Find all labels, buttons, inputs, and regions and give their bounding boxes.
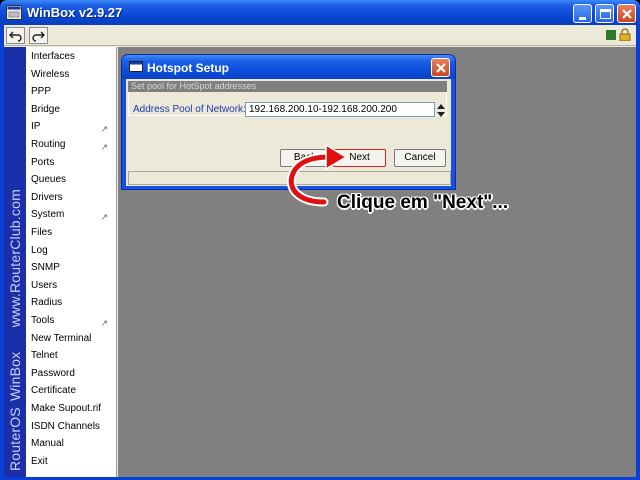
menu-item-tools[interactable]: Tools ↗ — [26, 312, 117, 330]
winbox-app-icon — [6, 5, 22, 20]
maximize-button[interactable] — [595, 4, 614, 23]
menu-item-label: Ports — [31, 156, 55, 168]
menu-item-label: Radius — [31, 297, 63, 309]
annotation-text: Clique em "Next"... — [337, 192, 509, 213]
menu-item-label: Make Supout.rif — [31, 403, 102, 414]
menu-item-system[interactable]: System ↗ — [26, 206, 117, 224]
cancel-button[interactable]: Cancel — [394, 149, 446, 167]
menu-item-certificate[interactable]: Certificate — [26, 382, 117, 400]
menu-item-routing[interactable]: Routing ↗ — [26, 136, 117, 154]
menu-item-log[interactable]: Log — [26, 242, 117, 260]
undo-button[interactable] — [6, 27, 25, 44]
menu-item-new-terminal[interactable]: New Terminal — [26, 330, 117, 348]
safe-mode-indicator — [606, 30, 616, 40]
menu-item-label: SNMP — [31, 262, 60, 274]
menu-item-label: PPP — [31, 86, 52, 98]
menu-item-ip[interactable]: IP ↗ — [26, 118, 117, 136]
menu-item-files[interactable]: Files — [26, 224, 117, 242]
main-menu: Interfaces Wireless PPP Bridge IP ↗ Routi… — [26, 47, 117, 477]
dialog-window-icon — [129, 61, 143, 75]
close-button[interactable] — [617, 4, 636, 23]
menu-item-ppp[interactable]: PPP — [26, 83, 117, 101]
menu-item-telnet[interactable]: Telnet — [26, 347, 117, 365]
address-pool-label: Address Pool of Network: — [133, 104, 246, 115]
menu-item-label: IP — [31, 121, 41, 133]
brand-vertical-text: RouterOS WinBox www.RouterClub.com — [7, 189, 23, 471]
redo-button[interactable] — [29, 27, 48, 44]
close-icon — [622, 9, 632, 19]
up-down-arrows-icon — [437, 104, 445, 117]
dialog-title-bar[interactable]: Hotspot Setup — [122, 55, 455, 79]
menu-item-label: Users — [31, 279, 58, 291]
menu-item-label: Interfaces — [31, 51, 75, 62]
menu-item-users[interactable]: Users — [26, 277, 117, 295]
undo-icon — [9, 31, 22, 42]
menu-item-exit[interactable]: Exit — [26, 453, 117, 471]
dialog-title: Hotspot Setup — [147, 61, 229, 75]
menu-item-drivers[interactable]: Drivers — [26, 189, 117, 207]
menu-item-manual[interactable]: Manual — [26, 435, 117, 453]
toolbar — [4, 25, 636, 46]
menu-item-label: Wireless — [31, 68, 70, 80]
menu-item-interfaces[interactable]: Interfaces — [26, 48, 117, 66]
redo-icon — [32, 31, 45, 42]
menu-item-label: Bridge — [31, 103, 60, 115]
maximize-icon — [600, 9, 611, 19]
menu-item-password[interactable]: Password — [26, 365, 117, 383]
menu-item-label: Exit — [31, 455, 48, 467]
address-pool-spinner[interactable] — [435, 102, 447, 118]
menu-item-label: Password — [31, 367, 75, 379]
menu-item-snmp[interactable]: SNMP — [26, 259, 117, 277]
menu-item-label: Drivers — [31, 191, 63, 203]
minimize-icon — [579, 17, 586, 20]
lock-icon[interactable] — [619, 28, 631, 42]
menu-item-label: Routing — [31, 139, 66, 150]
menu-item-label: Queues — [31, 174, 67, 186]
menu-item-label: New Terminal — [31, 332, 92, 344]
dialog-close-button[interactable] — [431, 58, 450, 77]
menu-item-label: Telnet — [31, 350, 58, 362]
menu-item-make-supout[interactable]: Make Supout.rif — [26, 400, 117, 418]
window-title: WinBox v2.9.27 — [27, 5, 123, 20]
menu-item-isdn-channels[interactable]: ISDN Channels — [26, 418, 117, 436]
close-icon — [436, 63, 446, 73]
menu-item-radius[interactable]: Radius — [26, 294, 117, 312]
minimize-button[interactable] — [573, 4, 592, 23]
brand-strip: RouterOS WinBox www.RouterClub.com — [4, 47, 26, 477]
menu-item-label: ISDN Channels — [31, 420, 100, 432]
step-caption: Set pool for HotSpot addresses — [128, 81, 447, 92]
menu-item-label: Tools — [31, 315, 55, 326]
menu-item-queues[interactable]: Queues — [26, 171, 117, 189]
menu-item-label: Files — [31, 227, 53, 238]
title-bar[interactable]: WinBox v2.9.27 — [0, 0, 640, 25]
menu-item-ports[interactable]: Ports — [26, 154, 117, 172]
menu-item-label: Certificate — [31, 385, 77, 397]
menu-item-bridge[interactable]: Bridge — [26, 101, 117, 119]
menu-item-label: System — [31, 209, 65, 221]
menu-item-wireless[interactable]: Wireless — [26, 66, 117, 84]
address-pool-input[interactable]: 192.168.200.10-192.168.200.200 — [245, 102, 435, 117]
menu-item-label: Manual — [31, 438, 64, 450]
menu-item-label: Log — [31, 244, 48, 256]
